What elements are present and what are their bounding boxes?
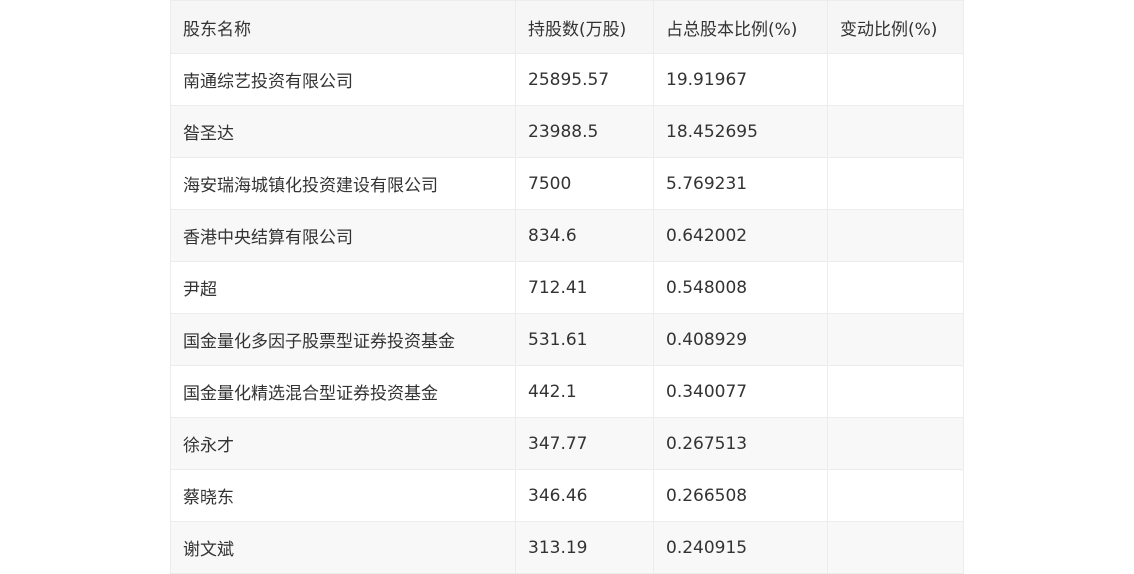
- cell-change-ratio: [827, 157, 964, 210]
- cell-shareholder-name: 昝圣达: [170, 105, 516, 158]
- cell-share-ratio: 0.408929: [653, 313, 828, 366]
- table-row: 海安瑞海城镇化投资建设有限公司 7500 5.769231: [170, 157, 964, 210]
- cell-share-ratio: 0.548008: [653, 261, 828, 314]
- cell-change-ratio: [827, 105, 964, 158]
- cell-shares-held: 23988.5: [515, 105, 654, 158]
- cell-shares-held: 712.41: [515, 261, 654, 314]
- cell-shares-held: 347.77: [515, 417, 654, 470]
- cell-change-ratio: [827, 469, 964, 522]
- shareholder-table: 股东名称 持股数(万股) 占总股本比例(%) 变动比例(%) 南通综艺投资有限公…: [170, 0, 964, 574]
- cell-change-ratio: [827, 53, 964, 106]
- shareholder-table-container: 股东名称 持股数(万股) 占总股本比例(%) 变动比例(%) 南通综艺投资有限公…: [170, 0, 964, 574]
- cell-shares-held: 531.61: [515, 313, 654, 366]
- cell-share-ratio: 0.642002: [653, 209, 828, 262]
- table-row: 香港中央结算有限公司 834.6 0.642002: [170, 209, 964, 262]
- cell-share-ratio: 0.340077: [653, 365, 828, 418]
- table-row: 南通综艺投资有限公司 25895.57 19.91967: [170, 53, 964, 106]
- cell-change-ratio: [827, 417, 964, 470]
- cell-share-ratio: 0.240915: [653, 521, 828, 574]
- cell-shareholder-name: 香港中央结算有限公司: [170, 209, 516, 262]
- cell-shares-held: 346.46: [515, 469, 654, 522]
- cell-shares-held: 25895.57: [515, 53, 654, 106]
- header-change-ratio: 变动比例(%): [827, 0, 964, 54]
- cell-share-ratio: 0.267513: [653, 417, 828, 470]
- cell-change-ratio: [827, 209, 964, 262]
- cell-shares-held: 7500: [515, 157, 654, 210]
- table-row: 昝圣达 23988.5 18.452695: [170, 105, 964, 158]
- cell-shareholder-name: 海安瑞海城镇化投资建设有限公司: [170, 157, 516, 210]
- cell-shareholder-name: 尹超: [170, 261, 516, 314]
- cell-change-ratio: [827, 261, 964, 314]
- cell-share-ratio: 0.266508: [653, 469, 828, 522]
- table-row: 尹超 712.41 0.548008: [170, 261, 964, 314]
- cell-shares-held: 442.1: [515, 365, 654, 418]
- cell-change-ratio: [827, 365, 964, 418]
- header-share-ratio: 占总股本比例(%): [653, 0, 828, 54]
- cell-shareholder-name: 南通综艺投资有限公司: [170, 53, 516, 106]
- table-row: 蔡晓东 346.46 0.266508: [170, 469, 964, 522]
- cell-shareholder-name: 国金量化多因子股票型证券投资基金: [170, 313, 516, 366]
- cell-share-ratio: 18.452695: [653, 105, 828, 158]
- cell-change-ratio: [827, 313, 964, 366]
- cell-shareholder-name: 国金量化精选混合型证券投资基金: [170, 365, 516, 418]
- cell-change-ratio: [827, 521, 964, 574]
- header-shareholder-name: 股东名称: [170, 0, 516, 54]
- table-row: 徐永才 347.77 0.267513: [170, 417, 964, 470]
- table-header-row: 股东名称 持股数(万股) 占总股本比例(%) 变动比例(%): [170, 0, 964, 54]
- cell-shares-held: 834.6: [515, 209, 654, 262]
- cell-share-ratio: 19.91967: [653, 53, 828, 106]
- table-row: 国金量化精选混合型证券投资基金 442.1 0.340077: [170, 365, 964, 418]
- cell-shareholder-name: 徐永才: [170, 417, 516, 470]
- cell-shareholder-name: 蔡晓东: [170, 469, 516, 522]
- table-row: 国金量化多因子股票型证券投资基金 531.61 0.408929: [170, 313, 964, 366]
- table-row: 谢文斌 313.19 0.240915: [170, 521, 964, 574]
- cell-share-ratio: 5.769231: [653, 157, 828, 210]
- cell-shares-held: 313.19: [515, 521, 654, 574]
- header-shares-held: 持股数(万股): [515, 0, 654, 54]
- cell-shareholder-name: 谢文斌: [170, 521, 516, 574]
